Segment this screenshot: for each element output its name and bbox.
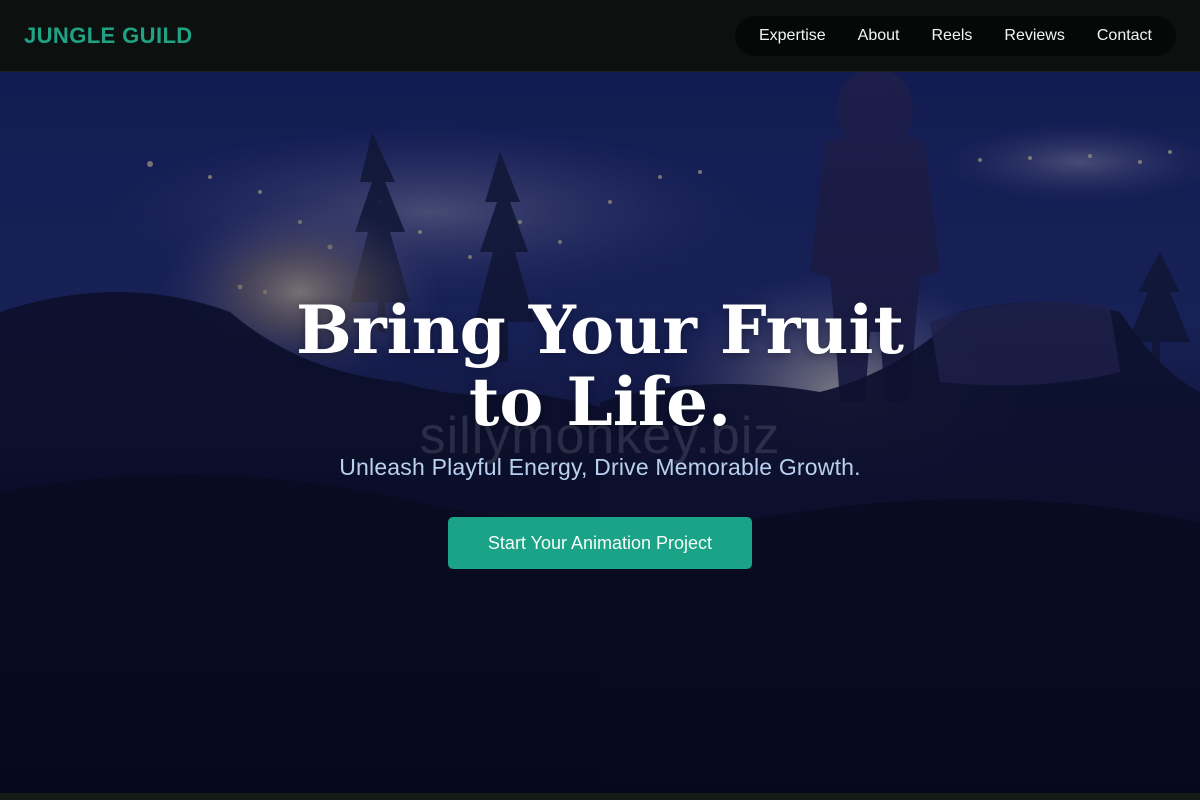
nav-item-reviews[interactable]: Reviews xyxy=(988,16,1080,56)
nav-item-reels[interactable]: Reels xyxy=(915,16,988,56)
site-logo[interactable]: JUNGLE GUILD xyxy=(24,23,193,49)
main-nav: Expertise About Reels Reviews Contact xyxy=(734,15,1176,56)
nav-item-expertise[interactable]: Expertise xyxy=(743,16,842,56)
nav-item-about[interactable]: About xyxy=(842,16,916,56)
section-divider xyxy=(0,793,1200,800)
start-project-button[interactable]: Start Your Animation Project xyxy=(448,517,752,569)
hero-content: Bring Your Fruit to Life. Unleash Playfu… xyxy=(0,72,1200,793)
nav-item-contact[interactable]: Contact xyxy=(1081,16,1168,56)
hero-subheadline: Unleash Playful Energy, Drive Memorable … xyxy=(339,454,861,480)
hero-headline: Bring Your Fruit to Life. xyxy=(296,291,904,441)
hero-section: sillymonkey.biz Bring Your Fruit to Life… xyxy=(0,72,1200,793)
site-header: JUNGLE GUILD Expertise About Reels Revie… xyxy=(0,0,1200,72)
